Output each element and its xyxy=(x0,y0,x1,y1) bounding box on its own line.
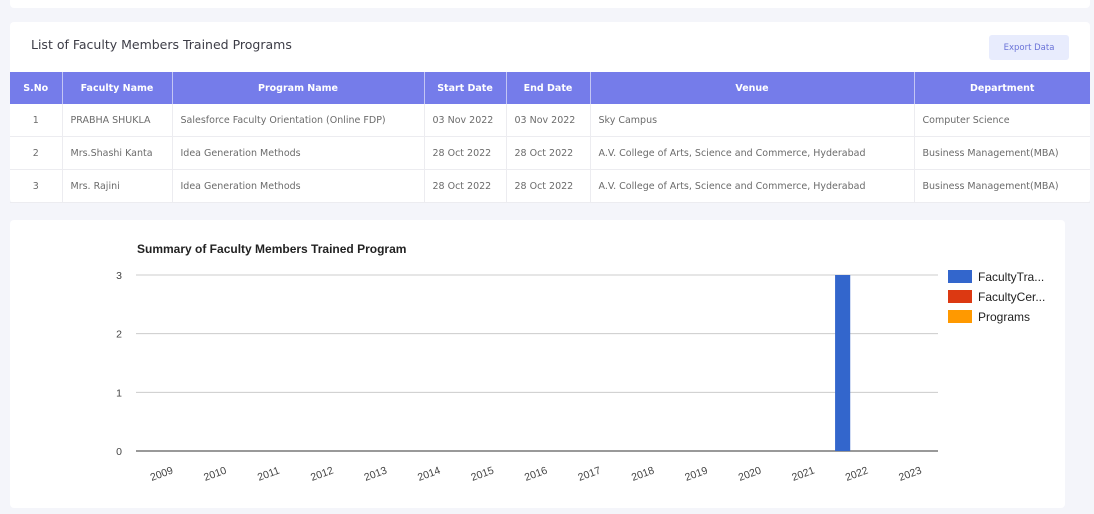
column-header-start-date[interactable]: Start Date xyxy=(424,72,507,104)
y-tick-label: 1 xyxy=(116,387,122,399)
legend-swatch xyxy=(948,290,972,303)
cell-department: Business Management(MBA) xyxy=(914,169,1090,203)
chart-bars xyxy=(835,275,851,451)
x-tick-label: 2011 xyxy=(256,465,281,484)
column-header-program-name[interactable]: Program Name xyxy=(172,72,425,104)
column-header-sno[interactable]: S.No xyxy=(10,72,63,104)
x-tick-label: 2016 xyxy=(523,464,549,483)
legend-swatch xyxy=(948,270,972,283)
table-row: 3 Mrs. Rajini Idea Generation Methods 28… xyxy=(10,169,1090,203)
x-tick-label: 2015 xyxy=(469,464,495,483)
cell-venue: A.V. College of Arts, Science and Commer… xyxy=(590,136,915,170)
table-row: 1 PRABHA SHUKLA Salesforce Faculty Orien… xyxy=(10,104,1090,137)
table-header-row: S.No Faculty Name Program Name Start Dat… xyxy=(10,72,1090,104)
faculty-trained-programs-card: List of Faculty Members Trained Programs… xyxy=(10,22,1090,203)
table-row: 2 Mrs.Shashi Kanta Idea Generation Metho… xyxy=(10,136,1090,170)
legend-swatch xyxy=(948,310,972,323)
cell-program-name: Idea Generation Methods xyxy=(172,136,425,170)
top-strip xyxy=(10,0,1090,8)
cell-faculty-name: Mrs.Shashi Kanta xyxy=(62,136,173,170)
column-header-department[interactable]: Department xyxy=(914,72,1090,104)
x-tick-label: 2017 xyxy=(576,464,602,483)
cell-end-date: 28 Oct 2022 xyxy=(506,169,591,203)
chart-legend[interactable]: FacultyTra... FacultyCer... Programs xyxy=(948,270,1045,324)
column-header-faculty-name[interactable]: Faculty Name xyxy=(62,72,173,104)
cell-program-name: Idea Generation Methods xyxy=(172,169,425,203)
faculty-programs-table: S.No Faculty Name Program Name Start Dat… xyxy=(10,72,1090,203)
x-tick-label: 2010 xyxy=(202,464,228,483)
export-data-button[interactable]: Export Data xyxy=(989,35,1069,60)
cell-faculty-name: Mrs. Rajini xyxy=(62,169,173,203)
x-tick-label: 2009 xyxy=(149,464,175,483)
cell-sno: 1 xyxy=(10,104,63,137)
column-header-venue[interactable]: Venue xyxy=(590,72,915,104)
cell-sno: 2 xyxy=(10,136,63,170)
x-tick-label: 2013 xyxy=(363,464,389,483)
cell-department: Computer Science xyxy=(914,104,1090,137)
column-header-end-date[interactable]: End Date xyxy=(506,72,591,104)
y-tick-label: 2 xyxy=(116,329,122,341)
x-tick-label: 2014 xyxy=(416,464,442,483)
chart-gridlines xyxy=(136,274,938,452)
x-tick-label: 2020 xyxy=(737,464,763,483)
x-tick-label: 2023 xyxy=(897,464,923,483)
cell-end-date: 28 Oct 2022 xyxy=(506,136,591,170)
cell-venue: A.V. College of Arts, Science and Commer… xyxy=(590,169,915,203)
cell-end-date: 03 Nov 2022 xyxy=(506,104,591,137)
cell-start-date: 03 Nov 2022 xyxy=(424,104,507,137)
cell-sno: 3 xyxy=(10,169,63,203)
cell-venue: Sky Campus xyxy=(590,104,915,137)
chart-y-axis: 0 1 2 3 xyxy=(116,270,122,458)
bar-2022[interactable] xyxy=(835,275,851,451)
chart-title: Summary of Faculty Members Trained Progr… xyxy=(137,242,406,256)
cell-program-name: Salesforce Faculty Orientation (Online F… xyxy=(172,104,425,137)
x-tick-label: 2021 xyxy=(790,464,816,483)
cell-faculty-name: PRABHA SHUKLA xyxy=(62,104,173,137)
y-tick-label: 0 xyxy=(116,446,122,458)
cell-start-date: 28 Oct 2022 xyxy=(424,136,507,170)
x-tick-label: 2012 xyxy=(309,464,335,483)
y-tick-label: 3 xyxy=(116,270,122,282)
legend-label[interactable]: FacultyCer... xyxy=(978,290,1045,304)
cell-start-date: 28 Oct 2022 xyxy=(424,169,507,203)
legend-label[interactable]: FacultyTra... xyxy=(978,270,1044,284)
summary-chart-card: Summary of Faculty Members Trained Progr… xyxy=(10,220,1065,508)
card-title: List of Faculty Members Trained Programs xyxy=(31,37,292,52)
x-tick-label: 2022 xyxy=(844,464,870,483)
cell-department: Business Management(MBA) xyxy=(914,136,1090,170)
x-tick-label: 2018 xyxy=(630,464,656,483)
legend-label[interactable]: Programs xyxy=(978,310,1030,324)
chart-x-axis: 2009 2010 2011 2012 2013 2014 2015 2016 2017 2018… xyxy=(149,464,924,483)
x-tick-label: 2019 xyxy=(683,464,709,483)
summary-bar-chart: Summary of Faculty Members Trained Progr… xyxy=(116,242,1045,484)
